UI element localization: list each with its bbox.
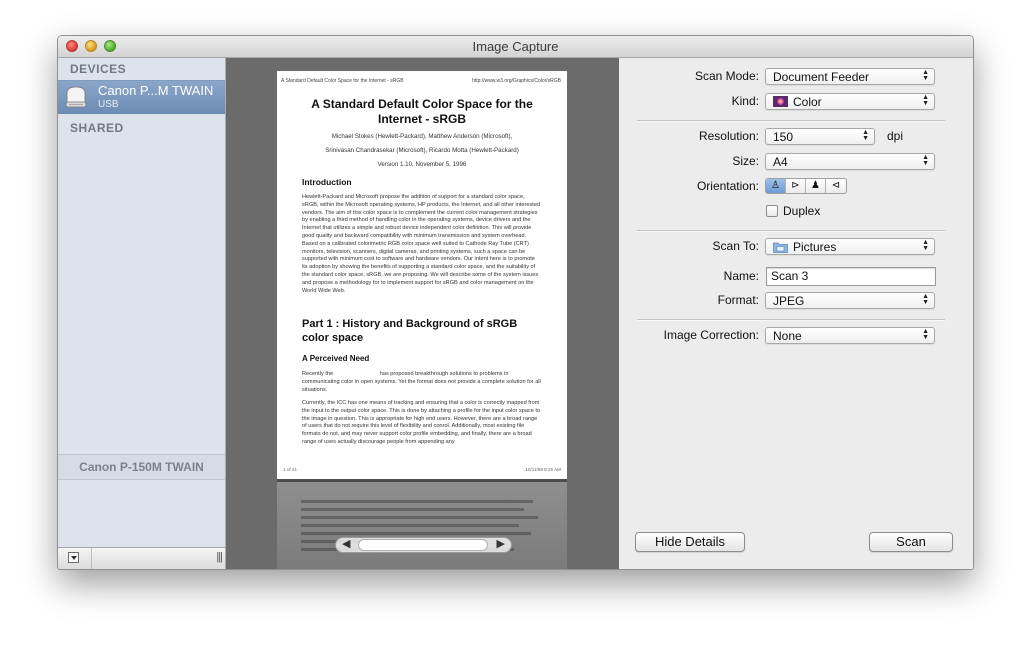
resolution-unit: dpi [887,129,904,143]
scan-mode-label: Scan Mode: [694,69,759,83]
sidebar-footer: ||| [58,547,225,569]
kind-value: Color [793,95,822,109]
page-authors-1: Michael Stokes (Hewlett-Packard), Matthe… [331,133,513,140]
intro-text: Hewlett-Packard and Microsoft propose th… [302,194,541,294]
scan-mode-popup[interactable]: Document Feeder ▲ ▼ [765,68,935,85]
resolution-stepper[interactable]: 150 ▲ ▼ [765,128,875,145]
scroll-right-icon[interactable]: ▶ [497,537,505,550]
preview-scrollbar[interactable]: ◀ ▶ [335,537,512,553]
scan-mode-value: Document Feeder [773,70,870,84]
scan-to-value: Pictures [793,240,837,254]
page-authors-2: Srinivasan Chandrasekar (Microsoft), Ric… [325,147,519,154]
stepper-arrows-icon[interactable]: ▲ ▼ [862,129,869,142]
resolution-label: Resolution: [698,129,759,143]
page-header-left: A Standard Default Color Space for the I… [281,78,404,84]
orientation-rotate-left-icon[interactable]: ⊲ [826,179,846,193]
name-input[interactable] [767,268,935,284]
orientation-rotate-right-icon[interactable]: ⊳ [786,179,806,193]
popup-arrows-icon: ▲ ▼ [922,328,929,341]
popup-arrows-icon: ▲ ▼ [922,69,929,82]
popup-arrows-icon: ▲ ▼ [922,239,929,252]
scan-settings-panel: Scan Mode: Document Feeder ▲ ▼ Kind: Colo… [619,58,973,569]
scan-button[interactable]: Scan [869,532,953,552]
size-value: A4 [773,155,788,169]
image-capture-window: Image Capture DEVICES Canon P...M TWAIN … [57,35,974,570]
sidebar-menu-button[interactable] [68,552,79,563]
duplex-checkbox[interactable] [766,205,778,217]
hide-details-button[interactable]: Hide Details [635,532,745,552]
icc-text: Currently, the ICC has one means of trac… [302,400,541,445]
footer-divider [91,548,92,569]
name-field[interactable] [766,267,936,286]
window-title: Image Capture [472,39,559,54]
popup-arrows-icon: ▲ ▼ [922,154,929,167]
size-label: Size: [732,154,759,168]
title-bar: Image Capture [58,36,973,58]
scan-to-popup[interactable]: Pictures ▲ ▼ [765,238,935,255]
popup-arrows-icon: ▲ ▼ [922,94,929,107]
duplex-label: Duplex [783,204,821,218]
size-popup[interactable]: A4 ▲ ▼ [765,153,935,170]
shared-header: SHARED [70,121,124,135]
page-title: A Standard Default Color Space for the I… [277,97,567,127]
device-connection: USB [98,99,119,110]
color-flower-icon [773,96,788,107]
scan-preview-area[interactable]: A Standard Default Color Space for the I… [226,58,619,569]
image-correction-popup[interactable]: None ▲ ▼ [765,327,935,344]
orientation-upright-icon[interactable]: ♙ [766,179,786,193]
page-header-right: http://www.w3.org/Graphics/Color/sRGB [472,78,561,84]
scroll-thumb[interactable] [358,539,488,551]
section-separator [637,319,945,321]
name-label: Name: [723,269,759,283]
page-title-line1: A Standard Default Color Space for the [311,97,533,111]
orientation-label: Orientation: [696,179,759,193]
scroll-left-icon[interactable]: ◀ [342,537,350,550]
format-value: JPEG [773,294,805,308]
selected-device-label: Canon P-150M TWAIN [58,454,225,480]
device-name: Canon P...M TWAIN [98,83,214,98]
pictures-folder-icon [773,242,788,253]
intro-heading: Introduction [302,177,352,187]
scan-to-label: Scan To: [712,239,759,253]
resolution-value: 150 [773,130,794,144]
scanner-device-icon [65,86,87,108]
page-footer-right: 10/11/98 9:25 AM [525,467,561,472]
perceived-need-text: Recently the has proposed breakthrough s… [302,371,543,393]
sidebar-item-canon-scanner[interactable]: Canon P...M TWAIN USB [58,80,225,114]
kind-popup[interactable]: Color ▲ ▼ [765,93,935,110]
section-separator [637,120,945,122]
page-reflection [277,479,567,569]
orientation-selector[interactable]: ♙ ⊳ ♟ ⊲ [765,178,847,194]
image-correction-value: None [773,329,802,343]
format-popup[interactable]: JPEG ▲ ▼ [765,292,935,309]
page-title-line2: Internet - sRGB [377,112,466,126]
format-label: Format: [717,293,759,307]
perceived-need-heading: A Perceived Need [302,354,370,363]
section-separator [637,230,945,232]
scanned-page: A Standard Default Color Space for the I… [277,71,567,479]
page-version: Version 1.10, November 5, 1996 [377,161,467,168]
page-footer-left: 1 of 21 [283,467,298,472]
popup-arrows-icon: ▲ ▼ [922,293,929,306]
device-sidebar: DEVICES Canon P...M TWAIN USB SHARED Can… [58,58,226,569]
part1-heading: Part 1 : History and Background of sRGB … [302,318,518,344]
kind-label: Kind: [731,94,759,108]
orientation-upside-down-icon[interactable]: ♟ [806,179,826,193]
devices-header: DEVICES [70,62,127,76]
image-correction-label: Image Correction: [663,328,759,342]
resize-grip-icon[interactable]: ||| [216,551,223,563]
